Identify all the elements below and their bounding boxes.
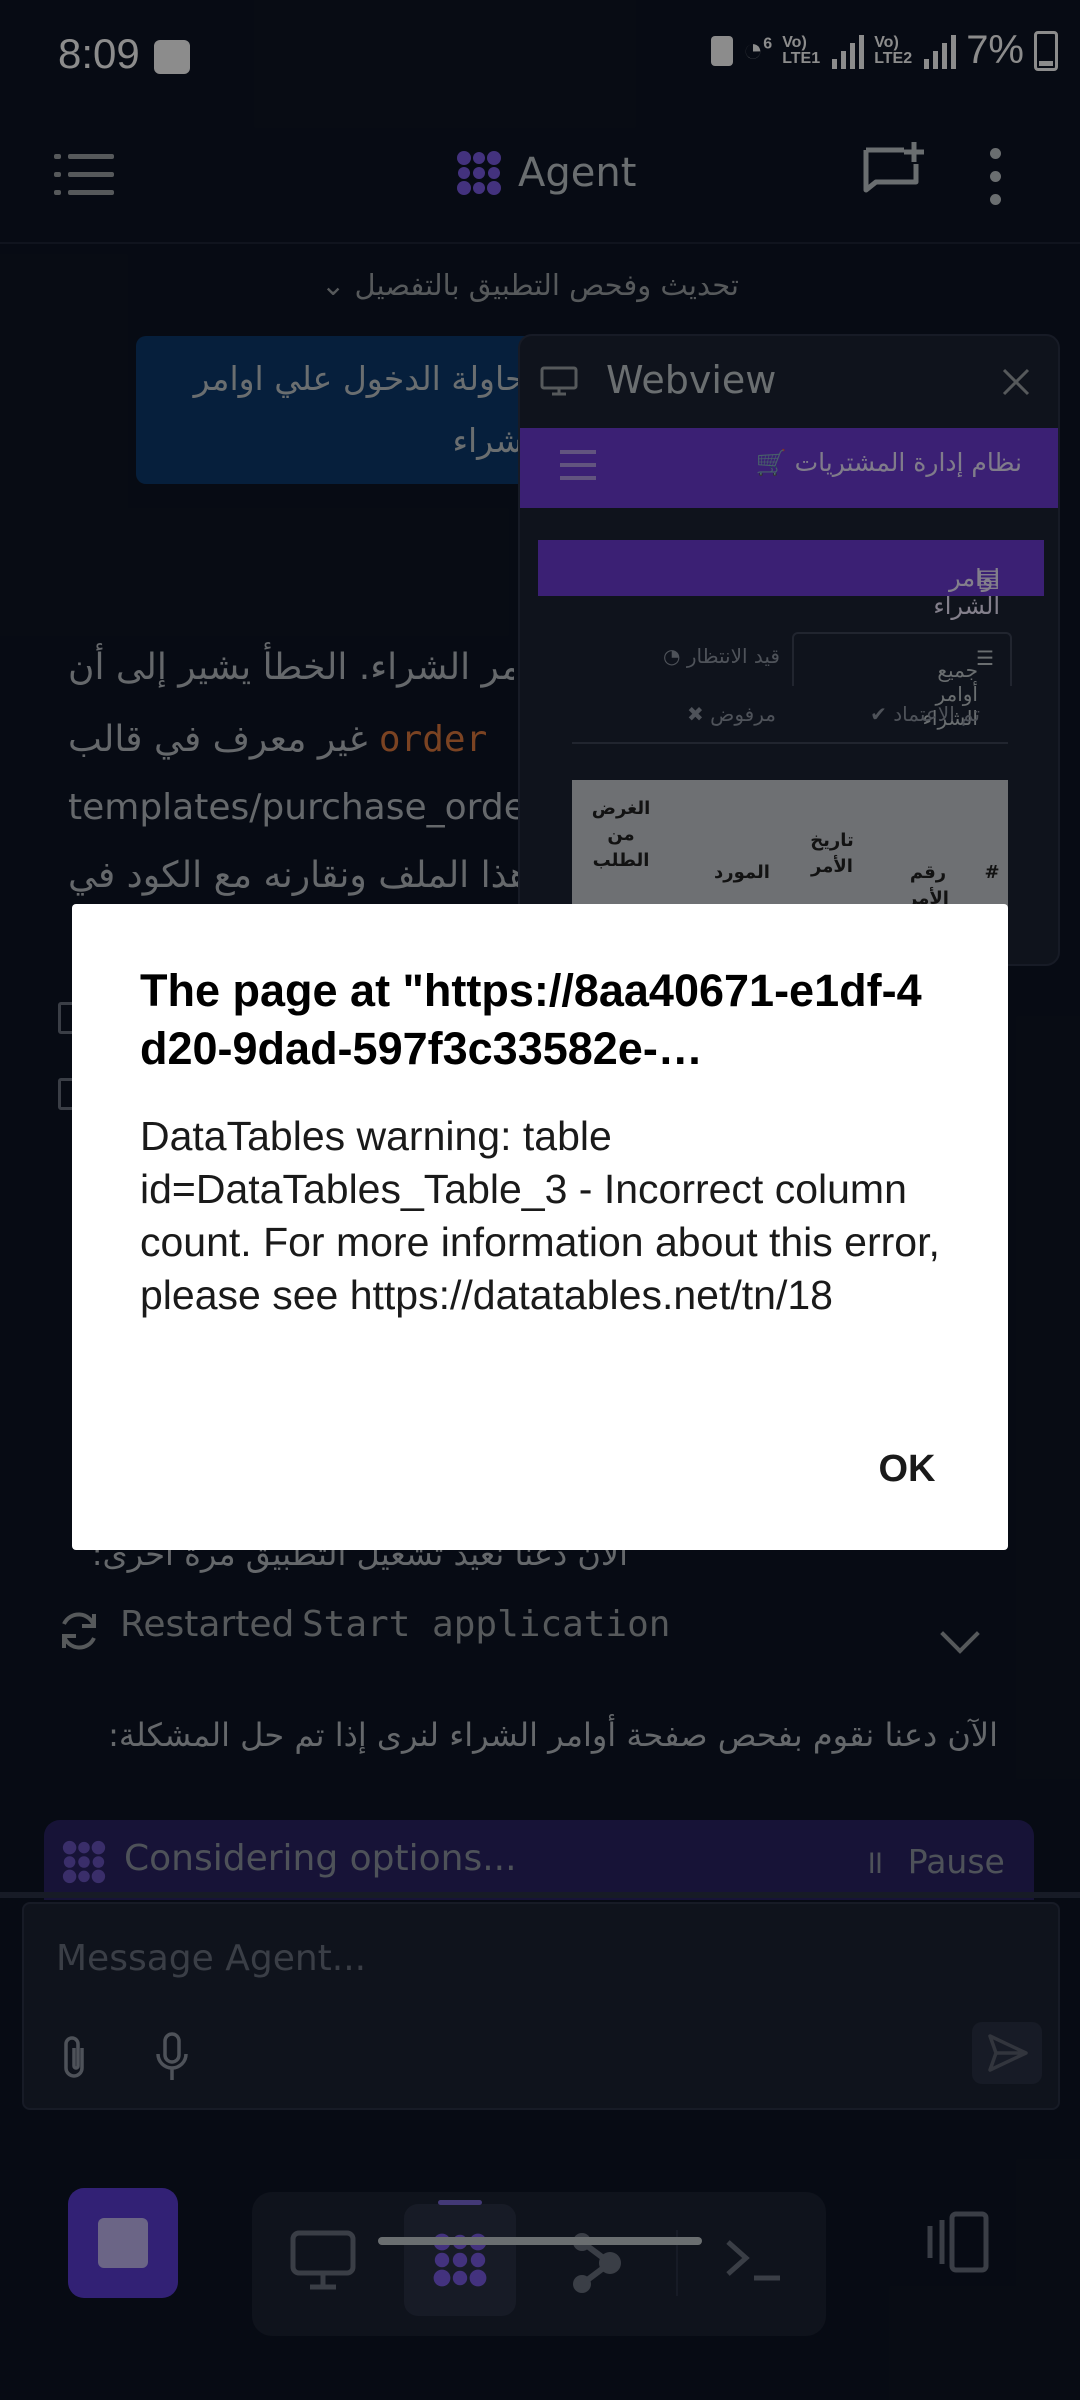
ok-button[interactable]: OK (852, 1434, 962, 1504)
dialog-title: The page at "https://8aa40671-e1df-4d20-… (140, 965, 922, 1074)
dialog-message: DataTables warning: table id=DataTables_… (140, 1113, 940, 1318)
alert-dialog: The page at "https://8aa40671-e1df-4d20-… (72, 904, 1008, 1550)
